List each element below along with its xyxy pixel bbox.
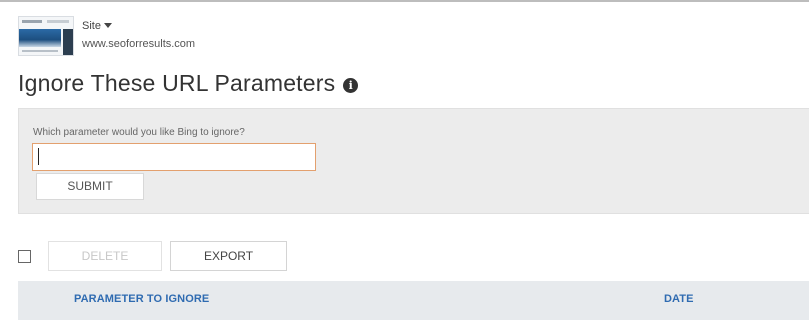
submit-button[interactable]: SUBMIT (36, 173, 144, 200)
parameter-input[interactable] (32, 143, 316, 171)
top-border (0, 0, 809, 2)
parameter-prompt-label: Which parameter would you like Bing to i… (33, 127, 245, 138)
site-selector-label[interactable]: Site (82, 20, 101, 32)
page-title-text: Ignore These URL Parameters (18, 70, 336, 96)
site-thumbnail (18, 16, 74, 56)
delete-button: DELETE (48, 241, 162, 271)
info-icon[interactable]: i (343, 78, 359, 93)
select-all-checkbox[interactable] (18, 250, 31, 263)
table-header: PARAMETER TO IGNORE DATE (18, 281, 809, 320)
site-selector[interactable]: Site (82, 20, 112, 32)
export-button[interactable]: EXPORT (170, 241, 287, 271)
column-header-date[interactable]: DATE (664, 293, 694, 305)
page-title: Ignore These URL Parameters i (18, 70, 359, 97)
site-url: www.seoforresults.com (82, 38, 196, 50)
column-header-parameter[interactable]: PARAMETER TO IGNORE (74, 293, 209, 305)
chevron-down-icon[interactable] (103, 23, 112, 28)
text-cursor (38, 148, 39, 165)
ignore-parameter-form: Which parameter would you like Bing to i… (18, 108, 809, 214)
